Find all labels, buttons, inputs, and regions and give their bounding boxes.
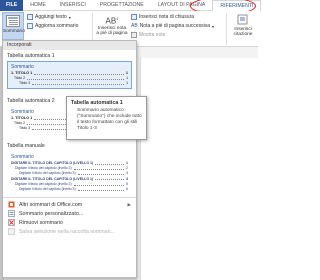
aggiungi-testo-button[interactable]: Aggiungi testo ▾ — [27, 14, 71, 20]
inserisci-citazione-sub: citazione — [233, 32, 253, 37]
inserisci-nota-sub: a piè di pagina — [96, 30, 128, 36]
rimuovi-sommario-label: Rimuovi sommario — [19, 219, 63, 226]
footnote-icon: AB1 — [105, 16, 119, 26]
preview-title: Sommario — [11, 154, 34, 160]
inserisci-nota-chiusura-label: Inserisci nota di chiusura — [139, 14, 195, 20]
custom-toc-icon — [8, 210, 15, 218]
preview-title: Sommario — [11, 64, 34, 70]
add-text-icon — [27, 14, 33, 20]
rimuovi-sommario-item[interactable]: Rimuovi sommario — [3, 218, 136, 227]
altri-sommari-label: Altri sommari di Office.com — [19, 201, 83, 208]
toc-option-auto-1[interactable]: Sommario 1. TITOLO 11 Titolo 21 Titolo 3… — [7, 61, 132, 89]
tooltip-body: Sommario automatico ("Sommario") che inc… — [77, 108, 142, 131]
menu-divider — [3, 197, 136, 199]
sommario-personalizzato-label: Sommario personalizzato... — [19, 210, 84, 217]
gallery-section-title: Tabella manuale — [7, 143, 45, 149]
nota-successiva-label: Nota a piè di pagina successiva — [139, 23, 210, 29]
sommario-label: Sommario — [3, 29, 25, 34]
aggiungi-testo-label: Aggiungi testo — [35, 14, 67, 20]
gallery-header: Incorporati — [3, 41, 136, 50]
tooltip: Tabella automatica 1 Sommario automatico… — [66, 96, 147, 140]
tab-progettazione[interactable]: PROGETTAZIONE — [93, 0, 151, 11]
inserisci-nota-label: Inserisci nota — [97, 25, 127, 31]
sommario-gallery: Incorporati Tabella automatica 1 Sommari… — [2, 40, 137, 278]
tab-inserisci[interactable]: INSERISCI — [53, 0, 93, 11]
tab-file[interactable]: FILE — [0, 0, 24, 11]
aggiorna-sommario-label: Aggiorna sommario — [35, 23, 79, 29]
chevron-right-icon: ▶ — [127, 201, 131, 207]
chevron-down-icon: ▾ — [68, 14, 71, 20]
table-of-contents-icon — [6, 15, 20, 27]
toc-option-manual[interactable]: Sommario DIGITARE IL TITOLO DEL CAPITOLO… — [7, 151, 132, 195]
inserisci-nota-chiusura-button[interactable]: Inserisci nota di chiusura — [131, 14, 194, 20]
salva-selezione-item: Salva selezione nella raccolta sommari..… — [3, 227, 136, 236]
document-page[interactable] — [140, 58, 258, 280]
ribbon-separator — [226, 13, 227, 45]
remove-icon — [8, 219, 15, 227]
aggiorna-sommario-button[interactable]: Aggiorna sommario — [27, 23, 78, 29]
preview-line: Digitare il titolo del capitolo (livello… — [19, 187, 128, 192]
next-footnote-icon: AB — [131, 23, 138, 29]
nota-successiva-button[interactable]: AB Nota a piè di pagina successiva ▾ — [131, 23, 214, 29]
mostra-note-label: Mostra note — [139, 32, 166, 38]
tab-home[interactable]: HOME — [23, 0, 53, 11]
sommario-personalizzato-item[interactable]: Sommario personalizzato... — [3, 209, 136, 218]
gallery-section-title: Tabella automatica 1 — [7, 53, 55, 59]
office-icon — [8, 201, 15, 208]
chevron-down-icon: ▾ — [212, 23, 215, 29]
endnote-icon — [131, 14, 137, 20]
salva-selezione-label: Salva selezione nella raccolta sommari..… — [19, 228, 115, 235]
altri-sommari-item[interactable]: Altri sommari di Office.com ▶ — [3, 200, 136, 209]
citation-icon — [237, 14, 248, 25]
inserisci-citazione-button[interactable]: Inserisci citazione — [228, 12, 258, 42]
save-icon — [8, 228, 15, 236]
refresh-icon — [27, 23, 33, 29]
show-notes-icon — [131, 32, 137, 38]
inserisci-nota-button[interactable]: AB1 Inserisci nota a piè di pagina — [95, 12, 129, 42]
tooltip-title: Tabella automatica 1 — [71, 100, 123, 106]
mostra-note-button[interactable]: Mostra note — [131, 32, 165, 38]
preview-line: Titolo 31 — [19, 81, 128, 85]
sommario-button[interactable]: Sommario — [2, 12, 25, 40]
